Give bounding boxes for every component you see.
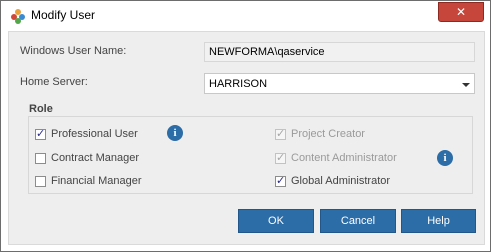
cancel-button[interactable]: Cancel [320,209,396,233]
content-administrator-checkbox: ✓ [275,151,286,164]
global-administrator-label: Global Administrator [291,175,391,187]
financial-manager-checkbox[interactable] [35,176,46,187]
modify-user-dialog: Modify User ✕ Windows User Name: NEWFORM… [0,0,491,252]
dialog-body: Windows User Name: NEWFORMA\qaservice Ho… [8,31,485,245]
contract-manager-label: Contract Manager [51,152,140,164]
home-server-dropdown[interactable]: HARRISON [204,73,475,94]
contract-manager-checkbox[interactable] [35,153,46,164]
project-creator-label: Project Creator [291,128,365,140]
windows-user-name-field[interactable]: NEWFORMA\qaservice [204,42,475,62]
checkmark-icon: ✓ [276,151,286,164]
title-bar[interactable]: Modify User ✕ [1,1,490,30]
ok-button[interactable]: OK [238,209,314,233]
financial-manager-label: Financial Manager [51,175,142,187]
info-icon[interactable]: i [167,125,183,141]
professional-user-checkbox[interactable]: ✓ [35,127,46,140]
home-server-value: HARRISON [209,78,268,90]
project-creator-checkbox: ✓ [275,127,286,140]
professional-user-label: Professional User [51,128,138,140]
close-button[interactable]: ✕ [438,2,484,22]
home-server-label: Home Server: [20,76,88,88]
windows-user-name-label: Windows User Name: [20,45,127,57]
global-administrator-checkbox[interactable]: ✓ [275,174,286,187]
users-icon [11,9,25,24]
chevron-down-icon [462,83,470,87]
checkmark-icon: ✓ [36,127,46,140]
window-title: Modify User [31,8,96,22]
close-icon: ✕ [455,5,467,19]
help-button[interactable]: Help [401,209,476,233]
role-group-title: Role [29,103,53,115]
checkmark-icon: ✓ [276,127,286,140]
content-administrator-label: Content Administrator [291,152,397,164]
info-icon[interactable]: i [437,150,453,166]
checkmark-icon: ✓ [276,174,286,187]
